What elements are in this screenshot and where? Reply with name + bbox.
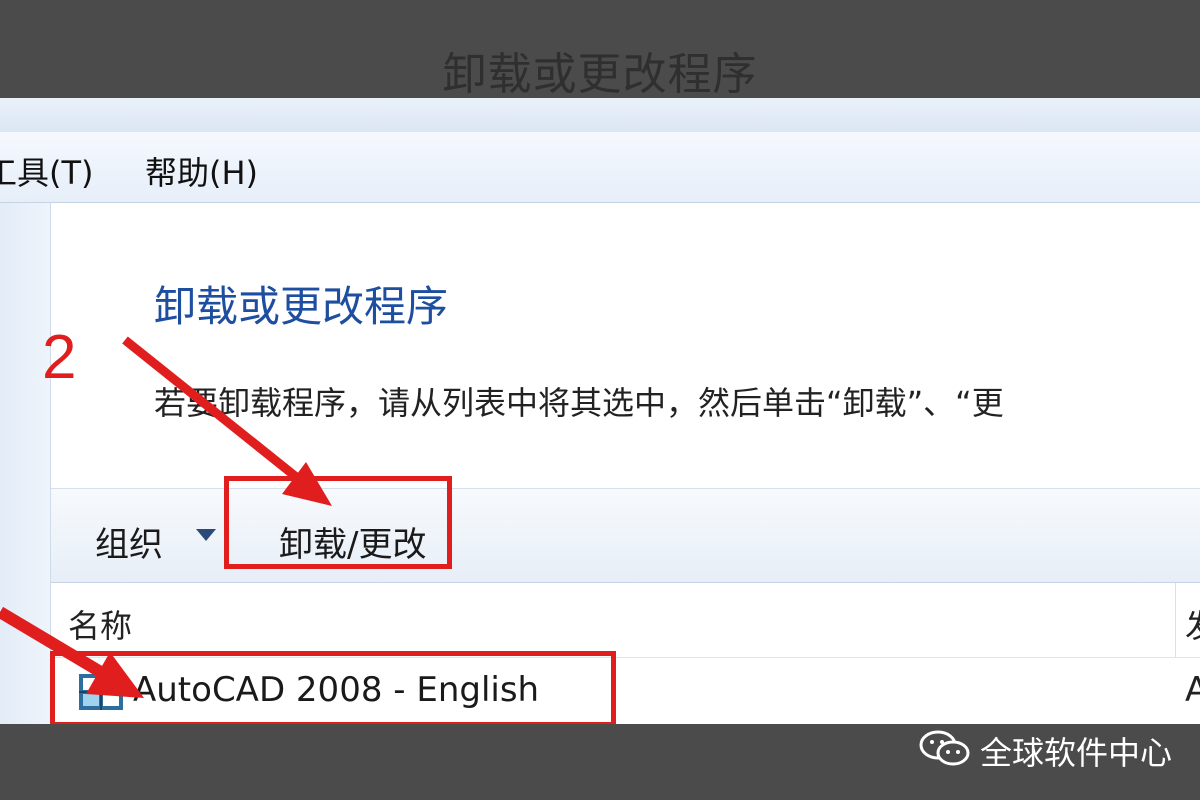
arrow-to-row <box>0 606 144 698</box>
annotation-arrows <box>0 336 332 698</box>
watermark-text: 全球软件中心 <box>980 734 1173 772</box>
wechat-icon <box>919 730 970 766</box>
arrow-to-uninstall <box>122 336 332 506</box>
